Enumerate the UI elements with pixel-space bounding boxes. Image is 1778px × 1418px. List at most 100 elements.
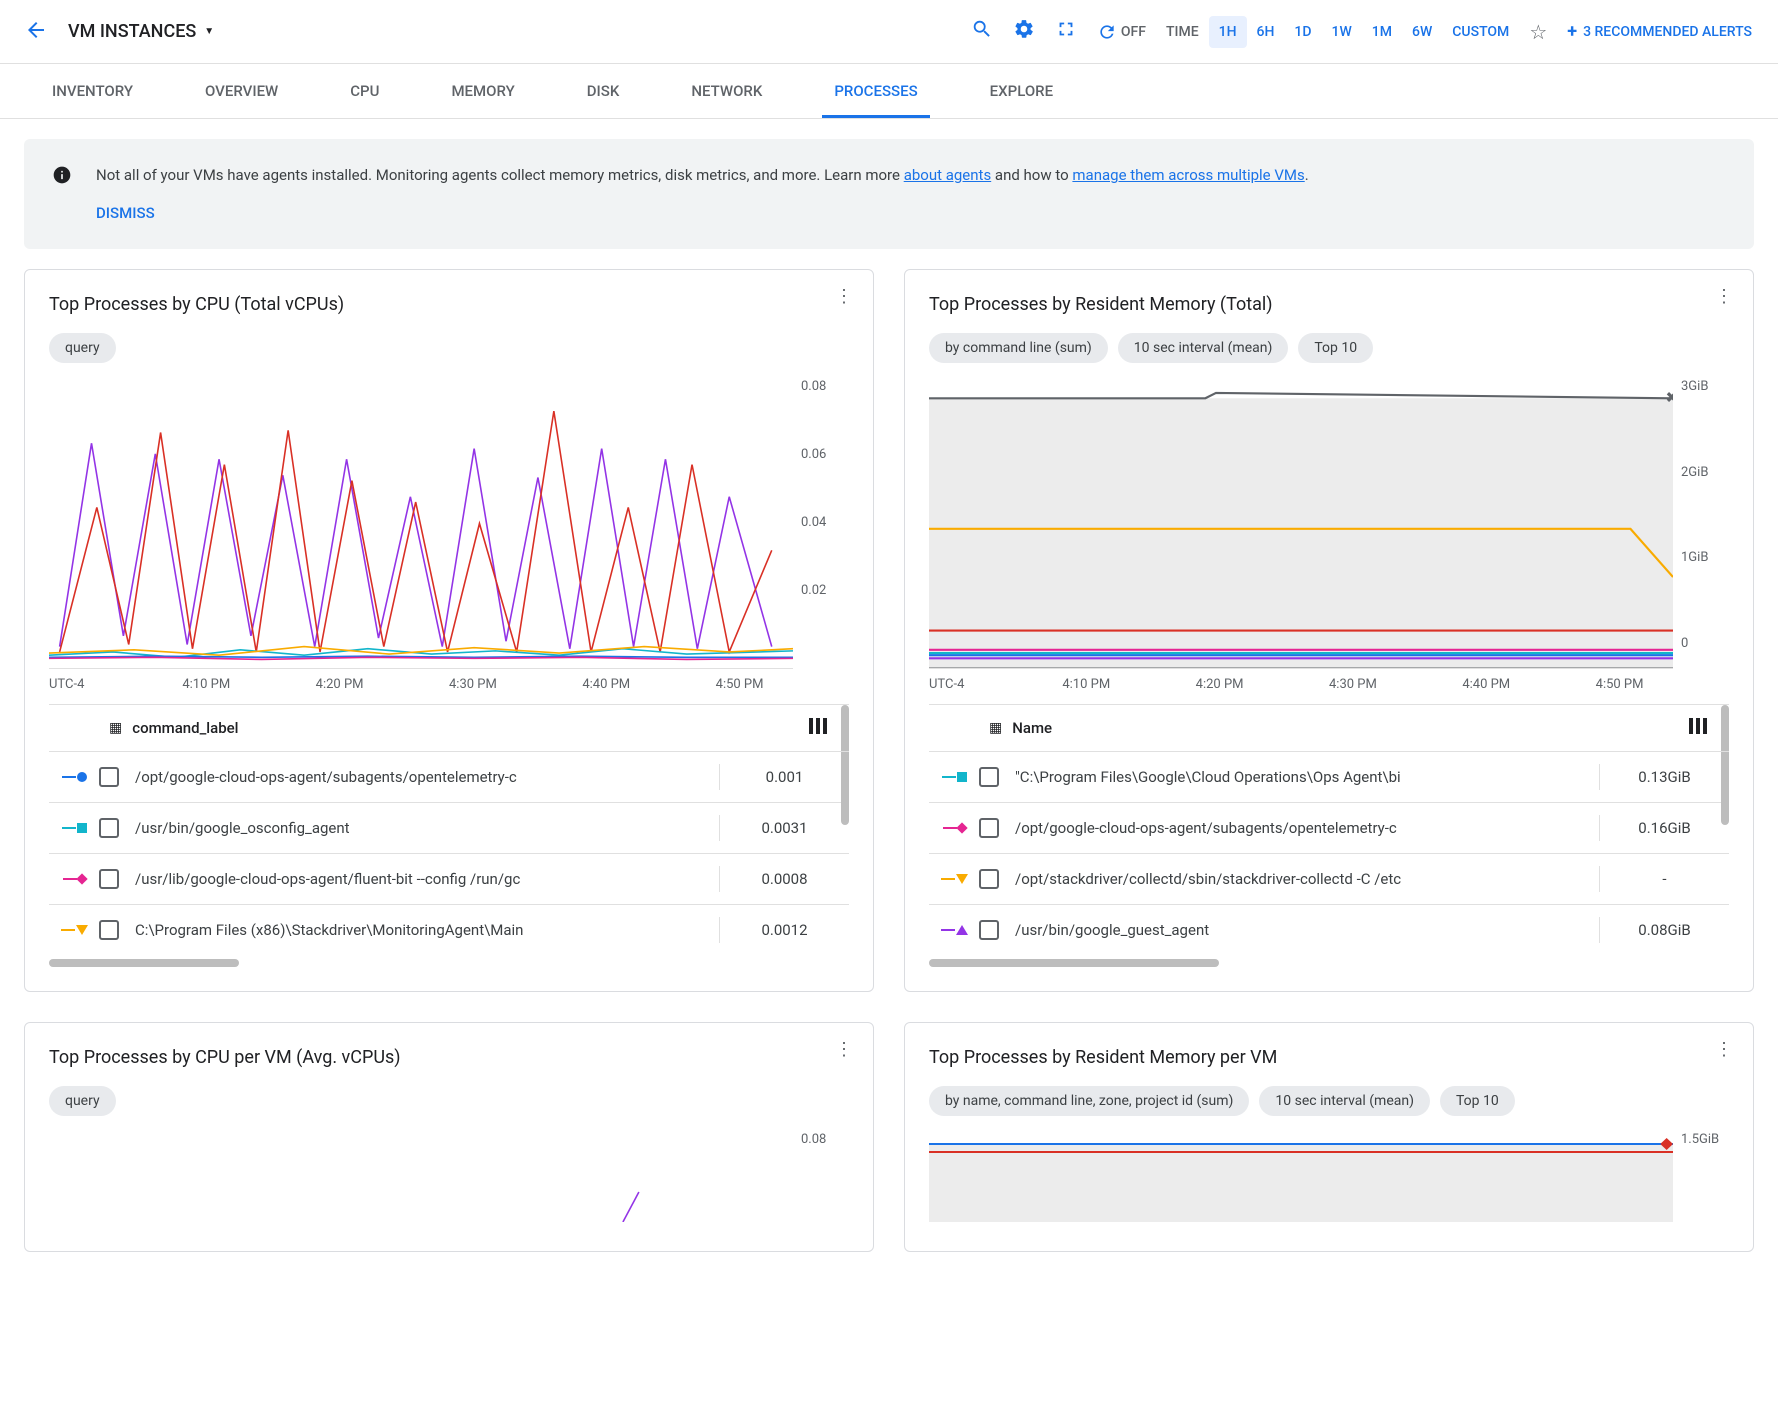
chip-top10[interactable]: Top 10	[1298, 333, 1373, 363]
gear-icon[interactable]	[1003, 8, 1045, 55]
card-menu-icon[interactable]: ⋮	[1715, 1047, 1733, 1053]
tab-network[interactable]: NETWORK	[679, 64, 774, 118]
legend-checkbox[interactable]	[979, 869, 999, 889]
y-axis: 3GiB 2GiB 1GiB 0	[1673, 379, 1729, 669]
time-range-6w[interactable]: 6W	[1402, 16, 1442, 48]
x-axis: UTC-4 4:10 PM 4:20 PM 4:30 PM 4:40 PM 4:…	[49, 669, 849, 692]
card-menu-icon[interactable]: ⋮	[835, 1047, 853, 1053]
tab-inventory[interactable]: INVENTORY	[40, 64, 145, 118]
ytick: 3GiB	[1681, 379, 1729, 394]
x-axis: UTC-4 4:10 PM 4:20 PM 4:30 PM 4:40 PM 4:…	[929, 669, 1729, 692]
chip-row: query	[49, 1086, 849, 1116]
chip-row: by command line (sum) 10 sec interval (m…	[929, 333, 1729, 363]
xtick: 4:50 PM	[716, 677, 849, 692]
legend-label: /usr/bin/google_guest_agent	[1015, 921, 1599, 939]
legend-table: ▦ Name "C:\Program Files\Google\Cloud Op…	[929, 704, 1729, 967]
chart-area[interactable]: ✖ 3GiB 2GiB 1GiB 0	[929, 379, 1729, 669]
legend-checkbox[interactable]	[99, 767, 119, 787]
recommended-alerts-button[interactable]: + 3 RECOMMENDED ALERTS	[1557, 13, 1762, 50]
columns-icon[interactable]	[809, 718, 827, 738]
legend-marker	[49, 875, 99, 883]
time-range-1m[interactable]: 1M	[1362, 16, 1402, 48]
breakdown-icon: ▦	[109, 720, 122, 736]
info-banner: Not all of your VMs have agents installe…	[24, 139, 1754, 249]
banner-dismiss-button[interactable]: DISMISS	[96, 201, 1309, 225]
time-range-1h[interactable]: 1H	[1209, 16, 1247, 48]
line-chart-svg	[49, 379, 793, 668]
time-range-1d[interactable]: 1D	[1284, 16, 1321, 48]
legend-checkbox[interactable]	[979, 920, 999, 940]
legend-value: 0.08GiB	[1599, 917, 1729, 943]
tab-disk[interactable]: DISK	[575, 64, 632, 118]
legend-header: ▦ Name	[929, 705, 1729, 752]
legend-label: /opt/google-cloud-ops-agent/subagents/op…	[135, 768, 719, 786]
card-top-processes-cpu-per-vm: Top Processes by CPU per VM (Avg. vCPUs)…	[24, 1022, 874, 1252]
chip-interval[interactable]: 10 sec interval (mean)	[1118, 333, 1289, 363]
legend-row: /usr/bin/google_guest_agent 0.08GiB	[929, 905, 1729, 955]
search-icon[interactable]	[961, 8, 1003, 55]
tab-explore[interactable]: EXPLORE	[978, 64, 1065, 118]
chip-interval[interactable]: 10 sec interval (mean)	[1259, 1086, 1430, 1116]
page-title-dropdown[interactable]: VM INSTANCES ▼	[68, 21, 214, 42]
legend-value: 0.0031	[719, 815, 849, 841]
card-top-processes-memory-per-vm: Top Processes by Resident Memory per VM …	[904, 1022, 1754, 1252]
legend-checkbox[interactable]	[99, 869, 119, 889]
card-title: Top Processes by CPU (Total vCPUs)	[49, 294, 849, 315]
legend-header-label: Name	[1012, 719, 1052, 737]
legend-checkbox[interactable]	[979, 818, 999, 838]
breakdown-icon: ▦	[989, 720, 1002, 736]
time-label: TIME	[1166, 24, 1199, 40]
chip-query[interactable]: query	[49, 1086, 116, 1116]
chip-row: query	[49, 333, 849, 363]
area-chart-svg: ✖	[929, 379, 1673, 668]
chip-query[interactable]: query	[49, 333, 116, 363]
horizontal-scrollbar[interactable]	[49, 959, 239, 967]
legend-checkbox[interactable]	[99, 818, 119, 838]
ytick: 0.04	[801, 515, 849, 530]
legend-row: /opt/stackdriver/collectd/sbin/stackdriv…	[929, 854, 1729, 905]
fullscreen-icon[interactable]	[1045, 8, 1087, 55]
legend-header-label: command_label	[132, 719, 238, 737]
columns-icon[interactable]	[1689, 718, 1707, 738]
legend-label: C:\Program Files (x86)\Stackdriver\Monit…	[135, 921, 719, 939]
chip-groupby[interactable]: by name, command line, zone, project id …	[929, 1086, 1249, 1116]
legend-marker	[49, 823, 99, 833]
chip-top10[interactable]: Top 10	[1440, 1086, 1515, 1116]
chip-groupby[interactable]: by command line (sum)	[929, 333, 1108, 363]
chart-area[interactable]: 0.08 0.06 0.04 0.02	[49, 379, 849, 669]
refresh-off-label: OFF	[1121, 24, 1146, 40]
legend-marker	[929, 874, 979, 884]
card-title: Top Processes by CPU per VM (Avg. vCPUs)	[49, 1047, 849, 1068]
time-range-1w[interactable]: 1W	[1322, 16, 1362, 48]
card-title: Top Processes by Resident Memory (Total)	[929, 294, 1729, 315]
banner-link-manage-vms[interactable]: manage them across multiple VMs	[1072, 166, 1304, 184]
legend-checkbox[interactable]	[99, 920, 119, 940]
legend-value: 0.001	[719, 764, 849, 790]
auto-refresh-toggle[interactable]: OFF	[1087, 14, 1156, 50]
card-menu-icon[interactable]: ⋮	[1715, 294, 1733, 300]
time-range-6h[interactable]: 6H	[1247, 16, 1285, 48]
banner-text-pre: Not all of your VMs have agents installe…	[96, 166, 904, 184]
legend-checkbox[interactable]	[979, 767, 999, 787]
xtick: UTC-4	[49, 677, 182, 692]
y-axis: 1.5GiB	[1673, 1132, 1729, 1222]
xtick: 4:40 PM	[582, 677, 715, 692]
tab-overview[interactable]: OVERVIEW	[193, 64, 290, 118]
tab-memory[interactable]: MEMORY	[439, 64, 526, 118]
header-bar: VM INSTANCES ▼ OFF TIME 1H 6H 1D 1W 1M 6…	[0, 0, 1778, 64]
banner-link-about-agents[interactable]: about agents	[904, 166, 992, 184]
tab-processes[interactable]: PROCESSES	[822, 64, 929, 118]
card-menu-icon[interactable]: ⋮	[835, 294, 853, 300]
tab-cpu[interactable]: CPU	[338, 64, 391, 118]
star-icon[interactable]: ☆	[1519, 10, 1557, 54]
ytick: 1GiB	[1681, 550, 1729, 565]
horizontal-scrollbar[interactable]	[929, 959, 1219, 967]
xtick: 4:50 PM	[1596, 677, 1729, 692]
legend-header: ▦ command_label	[49, 705, 849, 752]
ytick: 0.08	[801, 379, 849, 394]
xtick: 4:20 PM	[316, 677, 449, 692]
back-arrow-icon[interactable]	[16, 10, 56, 54]
time-range-custom[interactable]: CUSTOM	[1442, 16, 1519, 48]
info-icon	[52, 165, 72, 190]
plus-icon: +	[1567, 21, 1577, 42]
